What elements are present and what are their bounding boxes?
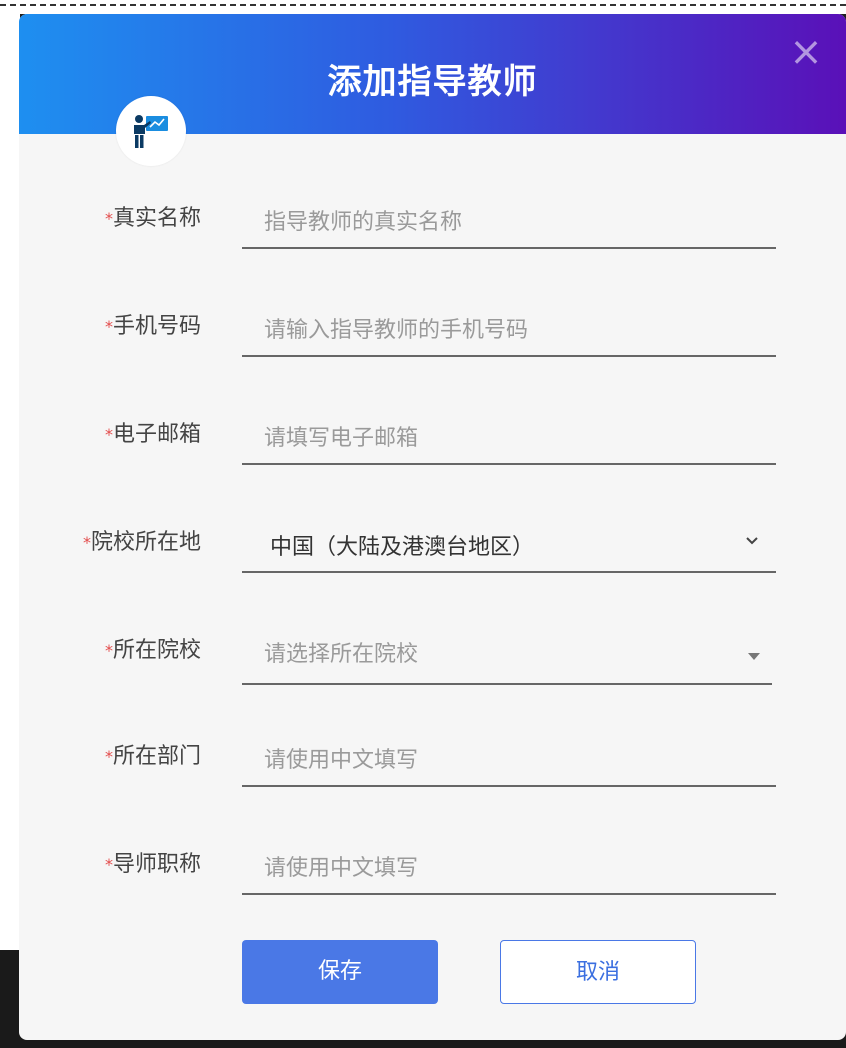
email-field — [242, 411, 776, 465]
required-mark: * — [104, 641, 113, 660]
form-row-real-name: *真实名称 — [19, 199, 846, 259]
email-input[interactable] — [262, 419, 746, 457]
school-location-select[interactable]: 中国（大陆及港澳台地区） — [242, 519, 776, 573]
required-mark: * — [104, 747, 113, 766]
form-row-title: *导师职称 — [19, 845, 846, 905]
chevron-down-icon — [746, 537, 758, 545]
background-top-strip — [0, 0, 846, 14]
required-mark: * — [82, 533, 91, 552]
real-name-input[interactable] — [262, 203, 746, 241]
background-page-edge — [0, 0, 20, 950]
school-location-label: *院校所在地 — [82, 530, 201, 555]
required-mark: * — [104, 425, 113, 444]
required-mark: * — [104, 317, 113, 336]
save-button[interactable]: 保存 — [242, 940, 438, 1004]
teacher-presentation-icon — [116, 96, 186, 166]
department-input[interactable] — [262, 741, 746, 779]
department-label: *所在部门 — [104, 744, 201, 769]
phone-input[interactable] — [262, 311, 746, 349]
real-name-label: *真实名称 — [104, 206, 201, 231]
email-label: *电子邮箱 — [104, 422, 201, 447]
phone-field — [242, 303, 776, 357]
department-field — [242, 733, 776, 787]
form-row-school: *所在院校 — [19, 631, 846, 691]
school-input[interactable] — [262, 635, 746, 673]
close-icon[interactable]: × — [786, 32, 826, 72]
school-select[interactable] — [242, 627, 772, 685]
phone-label: *手机号码 — [104, 314, 201, 339]
school-label: *所在院校 — [104, 638, 201, 663]
form-row-department: *所在部门 — [19, 737, 846, 797]
school-location-value: 中国（大陆及港澳台地区） — [270, 535, 535, 560]
cancel-button[interactable]: 取消 — [500, 940, 696, 1004]
form-row-phone: *手机号码 — [19, 307, 846, 367]
required-mark: * — [104, 209, 113, 228]
dashed-divider — [0, 4, 846, 6]
dialog-title: 添加指导教师 — [327, 62, 538, 102]
real-name-field — [242, 195, 776, 249]
title-input[interactable] — [262, 849, 746, 887]
title-label: *导师职称 — [104, 852, 201, 877]
form-row-school-location: *院校所在地 中国（大陆及港澳台地区） — [19, 523, 846, 583]
form-row-email: *电子邮箱 — [19, 415, 846, 475]
caret-down-icon — [748, 653, 760, 660]
required-mark: * — [104, 855, 113, 874]
title-field — [242, 841, 776, 895]
add-teacher-dialog: 添加指导教师 × *真实名称 *手机号码 *电子邮箱 *院校 — [19, 14, 846, 1040]
